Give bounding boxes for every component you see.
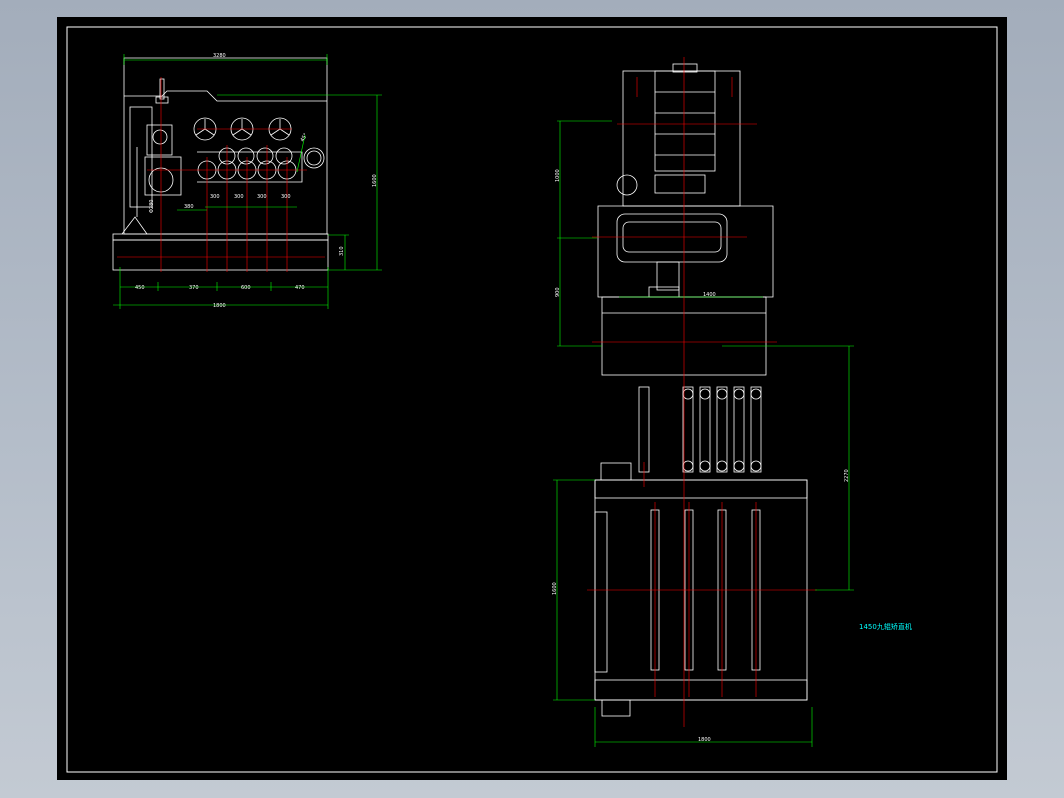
motor-body	[654, 70, 716, 172]
front-view	[594, 63, 808, 717]
dim-base-segment-1: 450	[135, 285, 145, 291]
cad-drawing: 3280 1600 310 45° Φ280 380 300 300 300 3…	[66, 26, 998, 773]
dim-base-segment-2: 370	[189, 285, 199, 291]
drive-housing	[146, 124, 173, 156]
shaft-2	[682, 386, 694, 473]
shaft-1	[638, 386, 650, 473]
joint-top-6	[750, 388, 762, 400]
dim-gearbox-height: 900	[555, 287, 561, 297]
shaft-3	[699, 386, 711, 473]
dim-motor-height: 1000	[555, 169, 561, 182]
drawing-sheet: 3280 1600 310 45° Φ280 380 300 300 300 3…	[57, 17, 1007, 780]
dim-base-segment-3: 600	[241, 285, 251, 291]
output-flange	[648, 286, 680, 298]
dim-roll-pitch-1: 300	[210, 194, 220, 200]
output-shaft	[656, 261, 680, 291]
joint-bottom-2	[682, 460, 694, 472]
dim-roll-pitch-3: 300	[257, 194, 267, 200]
side-base-top	[112, 233, 329, 241]
dim-base-total: 1800	[213, 303, 226, 309]
screw-down-head	[155, 96, 169, 104]
dim-gearbox-width: 1400	[703, 292, 716, 298]
side-view-dimensions	[113, 54, 382, 309]
roll-frame-bottom	[594, 679, 808, 701]
joint-bottom-6	[750, 460, 762, 472]
shaft-6	[750, 386, 762, 473]
handwheel-spokes-3	[270, 119, 290, 136]
side-foot	[121, 216, 148, 235]
rollers	[197, 147, 325, 183]
handwheel-spokes-1	[195, 119, 215, 136]
side-frame-top	[124, 90, 327, 102]
joint-top-3	[699, 388, 711, 400]
front-view-dimension-text: 1000 900 1400 2270 1600 1800	[552, 169, 850, 743]
dim-frame-width: 1800	[698, 737, 711, 743]
dim-roll-offset: 380	[184, 204, 194, 210]
universal-shafts	[638, 386, 762, 473]
motor-housing	[622, 70, 741, 207]
exit-roll-inner	[306, 150, 322, 166]
brake-wheel	[616, 174, 638, 196]
joint-bottom-4	[716, 460, 728, 472]
side-view	[112, 57, 329, 271]
frame-foot	[601, 699, 631, 717]
roll-frame-left-panel	[594, 511, 608, 673]
upper-roll-2	[237, 147, 255, 165]
joint-top-5	[733, 388, 745, 400]
dim-overall-width: 3280	[213, 53, 226, 59]
joint-bottom-5	[733, 460, 745, 472]
dim-base-segment-4: 470	[295, 285, 305, 291]
joint-top-4	[716, 388, 728, 400]
roll-chain-guide	[197, 151, 303, 183]
gearbox-outline	[597, 205, 774, 298]
dim-overall-height: 1600	[372, 174, 378, 187]
dim-frame-height: 1600	[552, 582, 558, 595]
side-base	[112, 239, 329, 271]
shaft-4	[716, 386, 728, 473]
dim-roll-pitch-2: 300	[234, 194, 244, 200]
dim-roll-diameter: Φ280	[149, 200, 155, 213]
drawing-border	[66, 26, 998, 773]
coupling	[654, 174, 706, 194]
dim-shaft-length: 2270	[844, 469, 850, 482]
dim-roll-angle: 45°	[300, 132, 310, 143]
dim-roll-pitch-4: 300	[281, 194, 291, 200]
gearbox-window	[616, 213, 728, 263]
joint-top-2	[682, 388, 694, 400]
handwheel-spokes-2	[232, 119, 252, 136]
drawing-title-note: 1450九辊矫直机	[859, 622, 912, 631]
front-view-centerlines	[587, 57, 817, 727]
shaft-5	[733, 386, 745, 473]
drive-box	[144, 156, 182, 196]
side-motor	[600, 462, 632, 481]
drive-pulley-top	[152, 129, 168, 145]
roll-frame-top	[594, 479, 808, 499]
dim-base-height: 310	[339, 246, 345, 256]
side-view-centerlines	[117, 77, 325, 272]
joint-bottom-3	[699, 460, 711, 472]
